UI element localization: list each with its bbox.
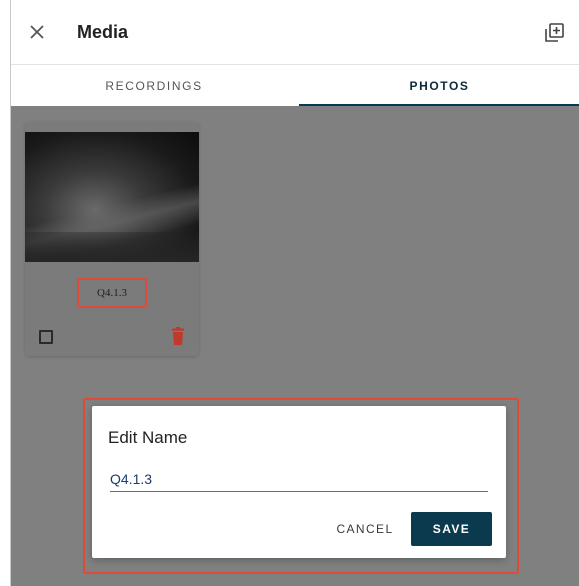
library-add-icon [545, 23, 564, 42]
photo-name-highlight: Q4.1.3 [77, 278, 147, 308]
cancel-button[interactable]: CANCEL [330, 512, 400, 546]
name-input[interactable] [110, 466, 488, 492]
photo-thumbnail[interactable] [25, 132, 199, 262]
photo-card[interactable]: Q4.1.3 [25, 122, 199, 356]
photo-name[interactable]: Q4.1.3 [79, 280, 145, 306]
edit-name-dialog: Edit Name CANCEL SAVE [92, 406, 506, 558]
header: Media [11, 0, 579, 64]
close-button[interactable] [25, 20, 49, 44]
thumbnail-shadow [25, 232, 199, 262]
page-title: Media [77, 22, 129, 42]
photo-grid: Q4.1.3 Edit Name CANCEL SAVE [11, 106, 579, 586]
photo-select-checkbox[interactable] [39, 330, 53, 344]
save-button[interactable]: SAVE [411, 512, 492, 546]
close-icon [30, 25, 44, 39]
tab-photos[interactable]: PHOTOS [299, 65, 579, 107]
trash-icon [172, 327, 184, 345]
delete-photo-button[interactable] [171, 327, 185, 345]
dialog-title: Edit Name [108, 428, 188, 447]
tab-bar: RECORDINGS PHOTOS [11, 64, 579, 106]
add-media-button[interactable] [542, 21, 566, 45]
tab-recordings[interactable]: RECORDINGS [11, 65, 297, 107]
media-panel: Media RECORDINGS PHOTOS Q4.1.3 Edit Name… [10, 0, 579, 586]
